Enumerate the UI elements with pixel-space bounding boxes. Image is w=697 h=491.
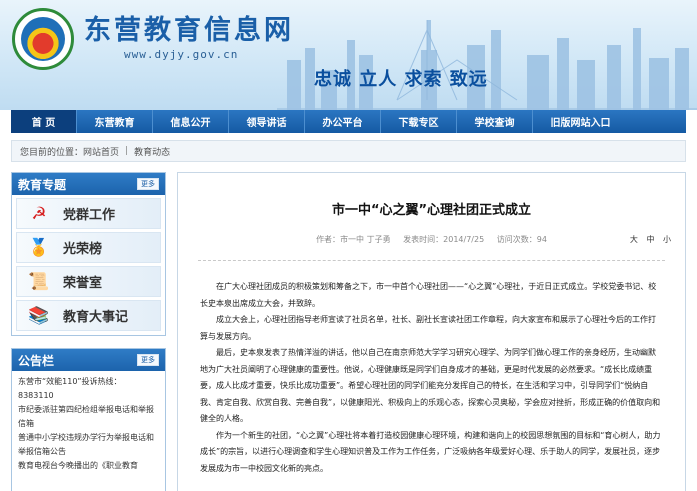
site-logo[interactable] xyxy=(12,8,74,70)
topic-honor-room[interactable]: 📜 荣誉室 xyxy=(16,266,161,297)
notice-list: 东营市“效能110”投诉热线： 8383110 市纪委派驻第四纪检组举报电话和举… xyxy=(12,371,165,477)
nav-home[interactable]: 首 页 xyxy=(11,110,77,133)
topic-honor-roll[interactable]: 🏅 光荣榜 xyxy=(16,232,161,263)
nav-dongying-education[interactable]: 东营教育 xyxy=(77,110,153,133)
author-label: 作者： xyxy=(316,235,341,244)
certificate-icon: 📜 xyxy=(28,271,50,292)
author-field: 作者：市一中 丁子勇 xyxy=(316,235,391,244)
site-header: 东营教育信息网 www.dyjy.gov.cn 忠诚 立人 求索 致远 xyxy=(0,0,697,110)
logo-emblem-icon xyxy=(21,17,65,61)
topics-panel-header: 教育专题 更多 xyxy=(12,173,165,195)
topics-panel: 教育专题 更多 ☭ 党群工作 🏅 光荣榜 📜 荣誉室 📚 教育大事记 xyxy=(11,172,166,336)
breadcrumb: 您目前的位置： 网站首页 | 教育动态 xyxy=(11,140,686,162)
notice-item[interactable]: 教育电视台今晚播出的《职业教育 xyxy=(18,459,159,473)
party-emblem-icon: ☭ xyxy=(31,203,47,224)
breadcrumb-current-link[interactable]: 教育动态 xyxy=(134,145,170,158)
topic-label: 党群工作 xyxy=(63,208,116,223)
site-slogan: 忠诚 立人 求索 致远 xyxy=(314,69,488,90)
topics-panel-title: 教育专题 xyxy=(18,177,67,192)
notice-panel: 公告栏 更多 东营市“效能110”投诉热线： 8383110 市纪委派驻第四纪检… xyxy=(11,348,166,491)
font-size-small-button[interactable]: 小 xyxy=(663,235,671,244)
city-skyline-illustration xyxy=(277,20,697,110)
nav-office-platform[interactable]: 办公平台 xyxy=(305,110,381,133)
notice-item[interactable]: 8383110 xyxy=(18,389,159,403)
views-label: 访问次数： xyxy=(496,235,537,244)
date-field: 发表时间：2014/7/25 xyxy=(403,235,484,244)
topic-chronicle[interactable]: 📚 教育大事记 xyxy=(16,300,161,331)
breadcrumb-home-link[interactable]: 网站首页 xyxy=(83,145,119,158)
author-value: 市一中 丁子勇 xyxy=(340,235,391,244)
views-value: 94 xyxy=(536,235,547,244)
date-value: 2014/7/25 xyxy=(443,235,485,244)
topic-label: 荣誉室 xyxy=(63,276,103,291)
notice-panel-header: 公告栏 更多 xyxy=(12,349,165,371)
article-body: 在广大心理社团成员的积极策划和筹备之下，市一中首个心理社团——“心之翼”心理社，… xyxy=(200,279,663,477)
topics-more-link[interactable]: 更多 xyxy=(137,178,159,190)
article-paragraph: 最后，史本泉发表了热情洋溢的讲话，他以自己在南京师范大学学习研究心理学、为同学们… xyxy=(200,348,661,423)
notice-more-link[interactable]: 更多 xyxy=(137,354,159,366)
medal-icon: 🏅 xyxy=(28,237,50,258)
article-paragraph: 成立大会上，心理社团指导老师宣读了社员名单，社长、副社长宣读社团工作章程，向大家… xyxy=(200,315,656,341)
notice-panel-title: 公告栏 xyxy=(18,353,55,368)
main-nav: 首 页 东营教育 信息公开 领导讲话 办公平台 下载专区 学校查询 旧版网站入口 xyxy=(11,110,686,133)
article-divider xyxy=(198,260,665,261)
notice-item[interactable]: 市纪委派驻第四纪检组举报电话和举报信箱 xyxy=(18,403,159,431)
site-title: 东营教育信息网 xyxy=(84,15,294,46)
nav-download-zone[interactable]: 下载专区 xyxy=(381,110,457,133)
nav-info-disclosure[interactable]: 信息公开 xyxy=(153,110,229,133)
nav-leader-speech[interactable]: 领导讲话 xyxy=(229,110,305,133)
article-paragraph: 作为一个新生的社团，“心之翼”心理社将本着打造校园健康心理环境，构建和谐向上的校… xyxy=(200,430,661,473)
topic-party-work[interactable]: ☭ 党群工作 xyxy=(16,198,161,229)
notice-item[interactable]: 普通中小学校违规办学行为举报电话和举报信箱公告 xyxy=(18,431,159,459)
topic-label: 教育大事记 xyxy=(63,310,129,325)
breadcrumb-prefix: 您目前的位置： xyxy=(20,147,84,158)
views-field: 访问次数：94 xyxy=(497,235,547,244)
article-title: 市一中“心之翼”心理社团正式成立 xyxy=(331,203,532,218)
nav-school-search[interactable]: 学校查询 xyxy=(457,110,533,133)
breadcrumb-separator: | xyxy=(125,146,129,156)
article-meta-info: 作者：市一中 丁子勇 发表时间：2014/7/25 访问次数：94 xyxy=(178,234,685,245)
article-panel: 市一中“心之翼”心理社团正式成立 作者：市一中 丁子勇 发表时间：2014/7/… xyxy=(177,172,686,491)
article-paragraph: 在广大心理社团成员的积极策划和筹备之下，市一中首个心理社团——“心之翼”心理社，… xyxy=(200,282,657,308)
font-size-large-button[interactable]: 大 xyxy=(630,235,638,244)
topic-label: 光荣榜 xyxy=(63,242,103,257)
article-meta: 作者：市一中 丁子勇 发表时间：2014/7/25 访问次数：94 大 中 小 xyxy=(178,234,685,248)
font-size-medium-button[interactable]: 中 xyxy=(646,235,654,244)
nav-old-site[interactable]: 旧版网站入口 xyxy=(533,110,628,133)
font-size-switcher: 大 中 小 xyxy=(624,234,671,245)
date-label: 发表时间： xyxy=(403,235,444,244)
site-url: www.dyjy.gov.cn xyxy=(124,48,239,61)
notice-item[interactable]: 东营市“效能110”投诉热线： xyxy=(18,375,159,389)
books-icon: 📚 xyxy=(28,305,50,326)
